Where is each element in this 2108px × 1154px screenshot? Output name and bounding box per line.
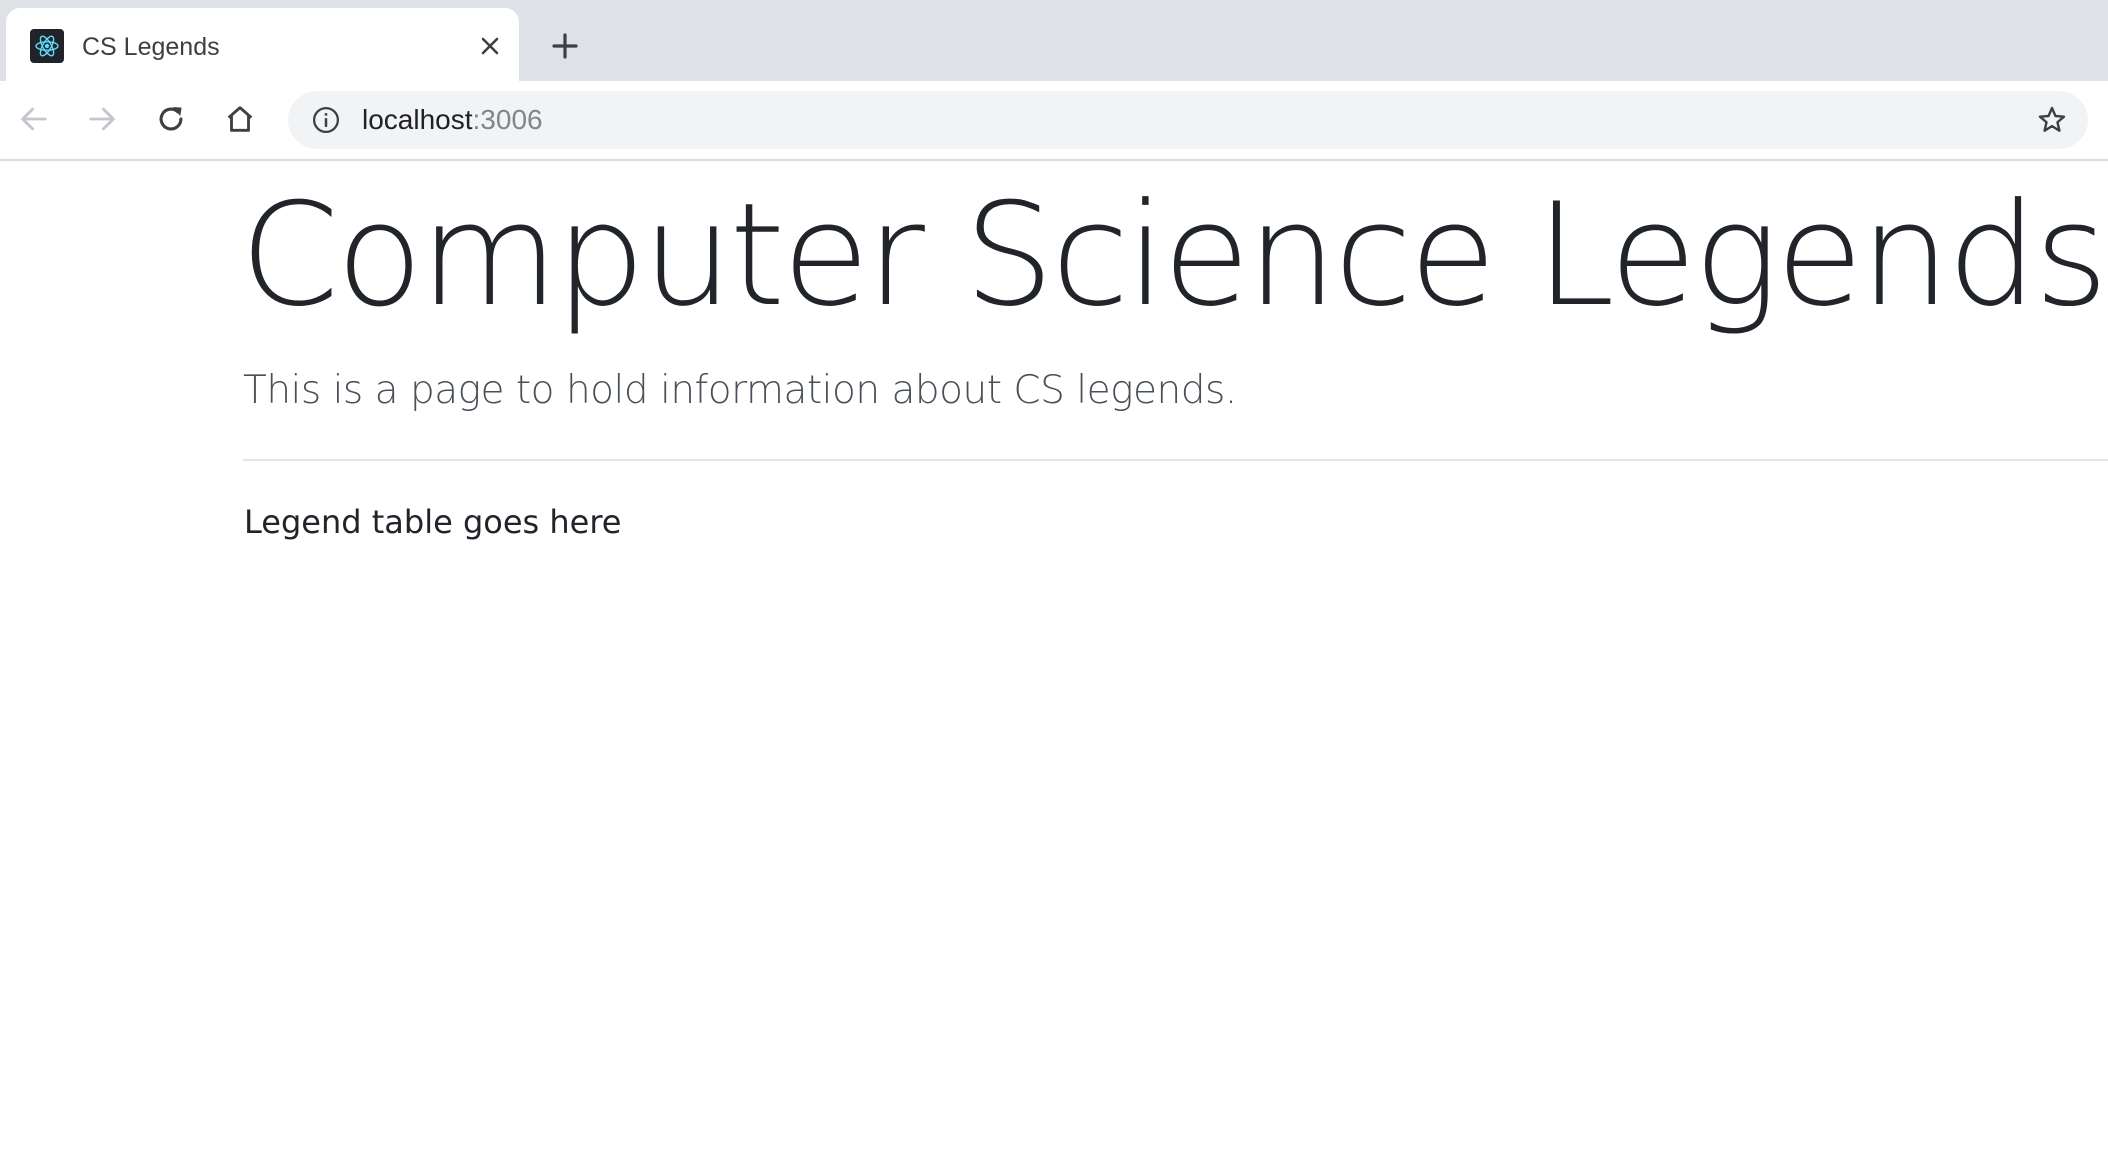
page-content: Computer Science Legends This is a page …: [0, 161, 2108, 1154]
star-icon: [2038, 106, 2066, 132]
react-logo-icon: [30, 29, 64, 63]
browser-window: CS Legends localhost:3006 Computer Scien…: [0, 0, 2108, 1154]
reload-icon: [159, 106, 183, 131]
tab-title: CS Legends: [82, 33, 220, 61]
url-host: localhost: [362, 104, 473, 135]
reload-button[interactable]: [149, 97, 193, 141]
close-icon: [481, 37, 499, 55]
page-title: Computer Science Legends: [240, 173, 2108, 338]
tab-cs-legends[interactable]: CS Legends: [6, 8, 519, 81]
plus-icon: [552, 33, 578, 59]
divider: [243, 459, 2108, 461]
new-tab-button[interactable]: [545, 26, 585, 66]
browser-toolbar: localhost:3006: [0, 81, 2108, 161]
back-button[interactable]: [12, 97, 56, 141]
url-text[interactable]: localhost:3006: [362, 105, 543, 135]
tab-close-button[interactable]: [474, 30, 506, 62]
back-arrow-icon: [21, 107, 47, 131]
address-bar[interactable]: localhost:3006: [288, 91, 2088, 149]
forward-button[interactable]: [80, 97, 124, 141]
home-button[interactable]: [218, 97, 262, 141]
legend-table-placeholder: Legend table goes here: [244, 503, 622, 541]
tab-strip: CS Legends: [0, 0, 2108, 81]
bookmark-star-button[interactable]: [2034, 102, 2070, 138]
forward-arrow-icon: [89, 107, 115, 131]
home-icon: [227, 106, 253, 132]
url-port: :3006: [472, 104, 543, 135]
page-lead: This is a page to hold information about…: [243, 368, 1237, 413]
info-icon[interactable]: [310, 104, 342, 136]
